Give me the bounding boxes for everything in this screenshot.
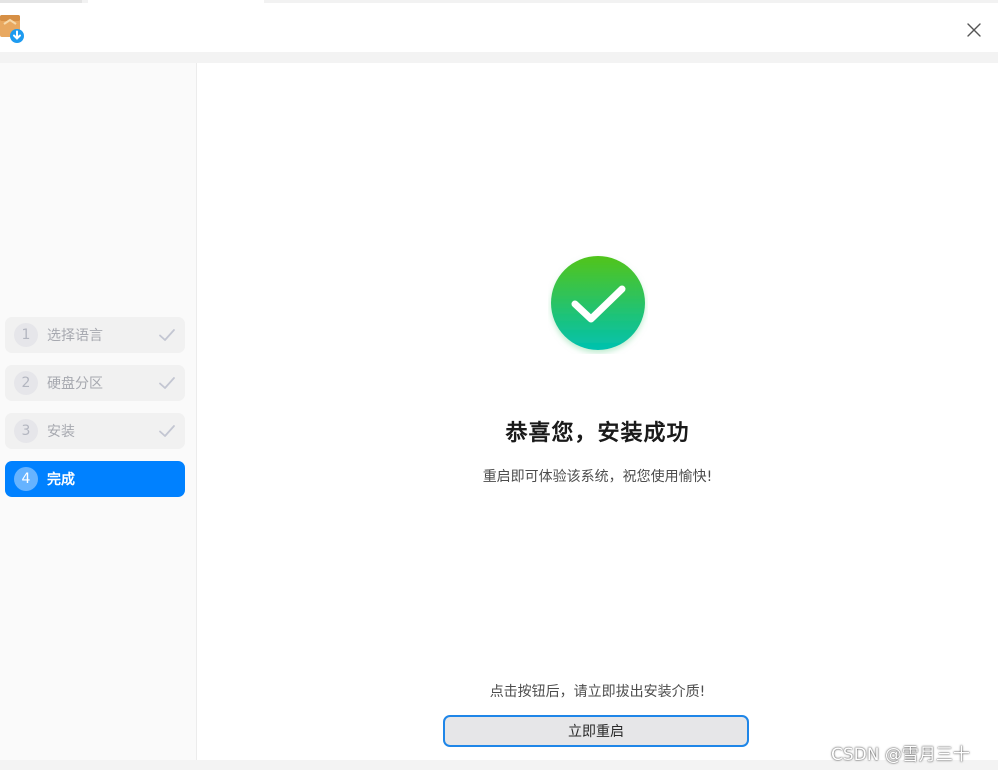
step-item-install: 3 安装 bbox=[5, 413, 185, 449]
main-content: 恭喜您，安装成功 重启即可体验该系统，祝您使用愉快! 点击按钮后，请立即拔出安装… bbox=[197, 63, 998, 760]
step-item-language: 1 选择语言 bbox=[5, 317, 185, 353]
close-button[interactable] bbox=[962, 18, 986, 42]
steps-sidebar: 1 选择语言 2 硬盘分区 3 安装 4 完成 bbox=[0, 63, 197, 760]
title-bar bbox=[0, 3, 998, 52]
close-icon bbox=[967, 23, 981, 37]
checkmark-icon bbox=[159, 329, 175, 341]
step-number: 4 bbox=[14, 467, 38, 491]
checkmark-icon bbox=[159, 425, 175, 437]
step-label: 完成 bbox=[47, 472, 75, 488]
step-label: 硬盘分区 bbox=[47, 376, 103, 392]
step-number: 3 bbox=[14, 419, 38, 443]
titlebar-shadow bbox=[0, 52, 998, 63]
check-circle-icon bbox=[548, 254, 648, 354]
step-item-finish: 4 完成 bbox=[5, 461, 185, 497]
step-label: 安装 bbox=[47, 424, 75, 440]
watermark: CSDN @雪月三十 bbox=[831, 745, 970, 765]
step-item-partition: 2 硬盘分区 bbox=[5, 365, 185, 401]
remove-media-hint: 点击按钮后，请立即拔出安装介质! bbox=[489, 684, 706, 700]
installer-package-icon bbox=[0, 14, 24, 44]
success-headline: 恭喜您，安装成功 bbox=[505, 421, 690, 446]
step-number: 2 bbox=[14, 371, 38, 395]
success-subtext: 重启即可体验该系统，祝您使用愉快! bbox=[482, 469, 713, 485]
checkmark-icon bbox=[159, 377, 175, 389]
step-number: 1 bbox=[14, 323, 38, 347]
step-label: 选择语言 bbox=[47, 328, 103, 344]
reboot-now-button[interactable]: 立即重启 bbox=[443, 715, 749, 747]
